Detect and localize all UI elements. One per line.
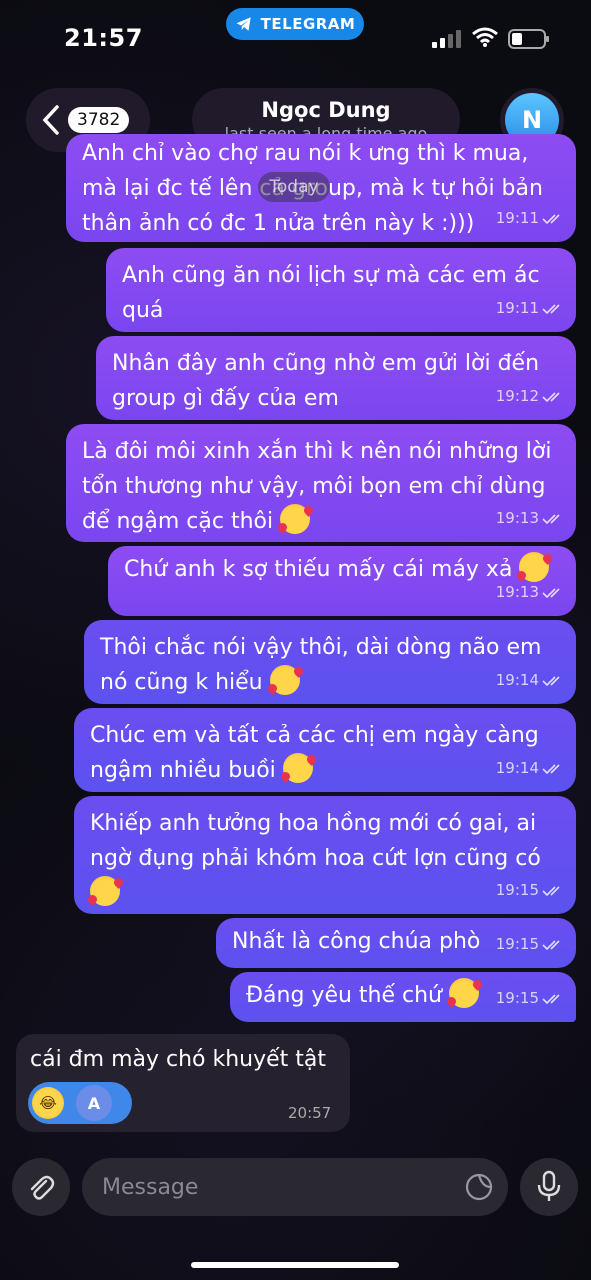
chevron-left-icon: [42, 105, 59, 135]
message-line: Chứ anh k sợ thiếu mấy cái máy xả: [124, 557, 513, 582]
double-check-icon: [542, 763, 560, 774]
contact-name: Ngọc Dung: [261, 97, 391, 122]
message-line: thân ảnh có đc 1 nửa trên này k :))): [82, 211, 475, 236]
message-line: Khiếp anh tưởng hoa hồng mới có gai, ai: [90, 811, 537, 836]
message-bubble[interactable]: Khiếp anh tưởng hoa hồng mới có gai, ai …: [74, 796, 576, 914]
message-line: quá: [122, 298, 164, 323]
laughing-emoji-icon: 😂: [32, 1087, 64, 1119]
message-line: ngờ đụng phải khóm hoa cứt lợn cũng có: [90, 846, 541, 871]
message-line: tổn thương như vậy, môi bọn em chỉ dùng: [82, 474, 546, 499]
message-bubble[interactable]: Anh cũng ăn nói lịch sự mà các em ác quá…: [106, 248, 576, 332]
smiling-hearts-emoji-icon: [90, 876, 120, 906]
double-check-icon: [542, 391, 560, 402]
reaction-avatar: A: [74, 1083, 114, 1123]
message-meta: 19:12: [496, 379, 564, 414]
message-meta: 19:14: [496, 751, 564, 786]
message-line: nó cũng k hiểu: [100, 670, 263, 695]
message-line: Nhân đây anh cũng nhờ em gửi lời đến: [112, 351, 540, 376]
message-bubble[interactable]: Là đôi môi xinh xắn thì k nên nói những …: [66, 424, 576, 542]
paperclip-icon: [30, 1175, 55, 1200]
message-bubble[interactable]: Đáng yêu thế chứ 19:15: [230, 972, 576, 1022]
message-time: 19:15: [495, 881, 539, 899]
smiling-hearts-emoji-icon: [449, 978, 480, 1008]
message-time: 19:13: [495, 583, 539, 601]
status-bar: 21:57 TELEGRAM: [0, 0, 591, 80]
double-check-icon: [542, 513, 560, 524]
telegram-pill[interactable]: TELEGRAM: [226, 8, 364, 40]
status-time: 21:57: [64, 24, 143, 52]
message-line: Chúc em và tất cả các chị em ngày càng: [90, 723, 539, 748]
signal-icon: [432, 30, 462, 48]
message-meta: 19:11: [496, 201, 564, 236]
incoming-message-text: cái đm mày chó khuyết tật: [30, 1047, 327, 1072]
home-indicator: [191, 1262, 399, 1268]
message-reaction[interactable]: 😂 A: [28, 1082, 132, 1124]
message-line: group gì đấy của em: [112, 386, 339, 411]
message-meta: 19:14: [496, 663, 564, 698]
message-bubble[interactable]: Thôi chắc nói vậy thôi, dài dòng não em …: [84, 620, 576, 704]
message-meta: 19:13: [496, 575, 564, 610]
message-meta: 19:15: [496, 873, 564, 908]
message-line: ngậm nhiều buồi: [90, 758, 276, 783]
telegram-pill-label: TELEGRAM: [260, 15, 356, 33]
message-bubble[interactable]: Chúc em và tất cả các chị em ngày càng n…: [74, 708, 576, 792]
message-bubble[interactable]: Nhân đây anh cũng nhờ em gửi lời đến gro…: [96, 336, 576, 420]
message-line: Anh chỉ vào chợ rau nói k ưng thì k mua,: [82, 141, 529, 166]
double-check-icon: [542, 939, 560, 950]
message-input[interactable]: Message: [82, 1158, 508, 1216]
incoming-message-time: 20:57: [288, 1104, 332, 1122]
message-meta: 19:11: [496, 291, 564, 326]
double-check-icon: [542, 587, 560, 598]
message-line: Đáng yêu thế chứ: [246, 983, 443, 1008]
message-meta: 19:13: [496, 501, 564, 536]
message-meta: 19:15: [496, 927, 564, 962]
attach-button[interactable]: [12, 1158, 70, 1216]
message-line: Anh cũng ăn nói lịch sự mà các em ác: [122, 263, 540, 288]
message-line: Thôi chắc nói vậy thôi, dài dòng não em: [100, 635, 542, 660]
double-check-icon: [542, 675, 560, 686]
message-bubble[interactable]: Nhất là công chúa phò 19:15: [216, 918, 576, 968]
message-meta: 19:15: [496, 981, 564, 1016]
message-bubble[interactable]: Chứ anh k sợ thiếu mấy cái máy xả 19:13: [108, 546, 576, 616]
wifi-icon: [472, 27, 498, 47]
message-time: 19:12: [495, 387, 539, 405]
unread-count-badge: 3782: [68, 107, 130, 133]
smiling-hearts-emoji-icon: [282, 753, 313, 783]
smiling-hearts-emoji-icon: [280, 504, 311, 534]
double-check-icon: [542, 885, 560, 896]
message-line: để ngậm cặc thôi: [82, 509, 274, 534]
message-time: 19:14: [495, 759, 539, 777]
message-time: 19:11: [495, 209, 539, 227]
message-time: 19:11: [495, 299, 539, 317]
battery-icon: [508, 29, 549, 49]
double-check-icon: [542, 993, 560, 1004]
double-check-icon: [542, 213, 560, 224]
message-time: 19:15: [495, 935, 539, 953]
message-line: Là đôi môi xinh xắn thì k nên nói những …: [82, 439, 552, 464]
message-time: 19:13: [495, 509, 539, 527]
message-time: 19:14: [495, 671, 539, 689]
telegram-icon: [236, 17, 251, 31]
sticker-icon[interactable]: [464, 1172, 494, 1202]
message-time: 19:15: [495, 989, 539, 1007]
smiling-hearts-emoji-icon: [269, 665, 300, 695]
microphone-icon: [537, 1170, 561, 1201]
microphone-button[interactable]: [520, 1158, 578, 1216]
date-separator: Today: [258, 172, 330, 202]
message-input-placeholder: Message: [102, 1174, 199, 1200]
double-check-icon: [542, 303, 560, 314]
